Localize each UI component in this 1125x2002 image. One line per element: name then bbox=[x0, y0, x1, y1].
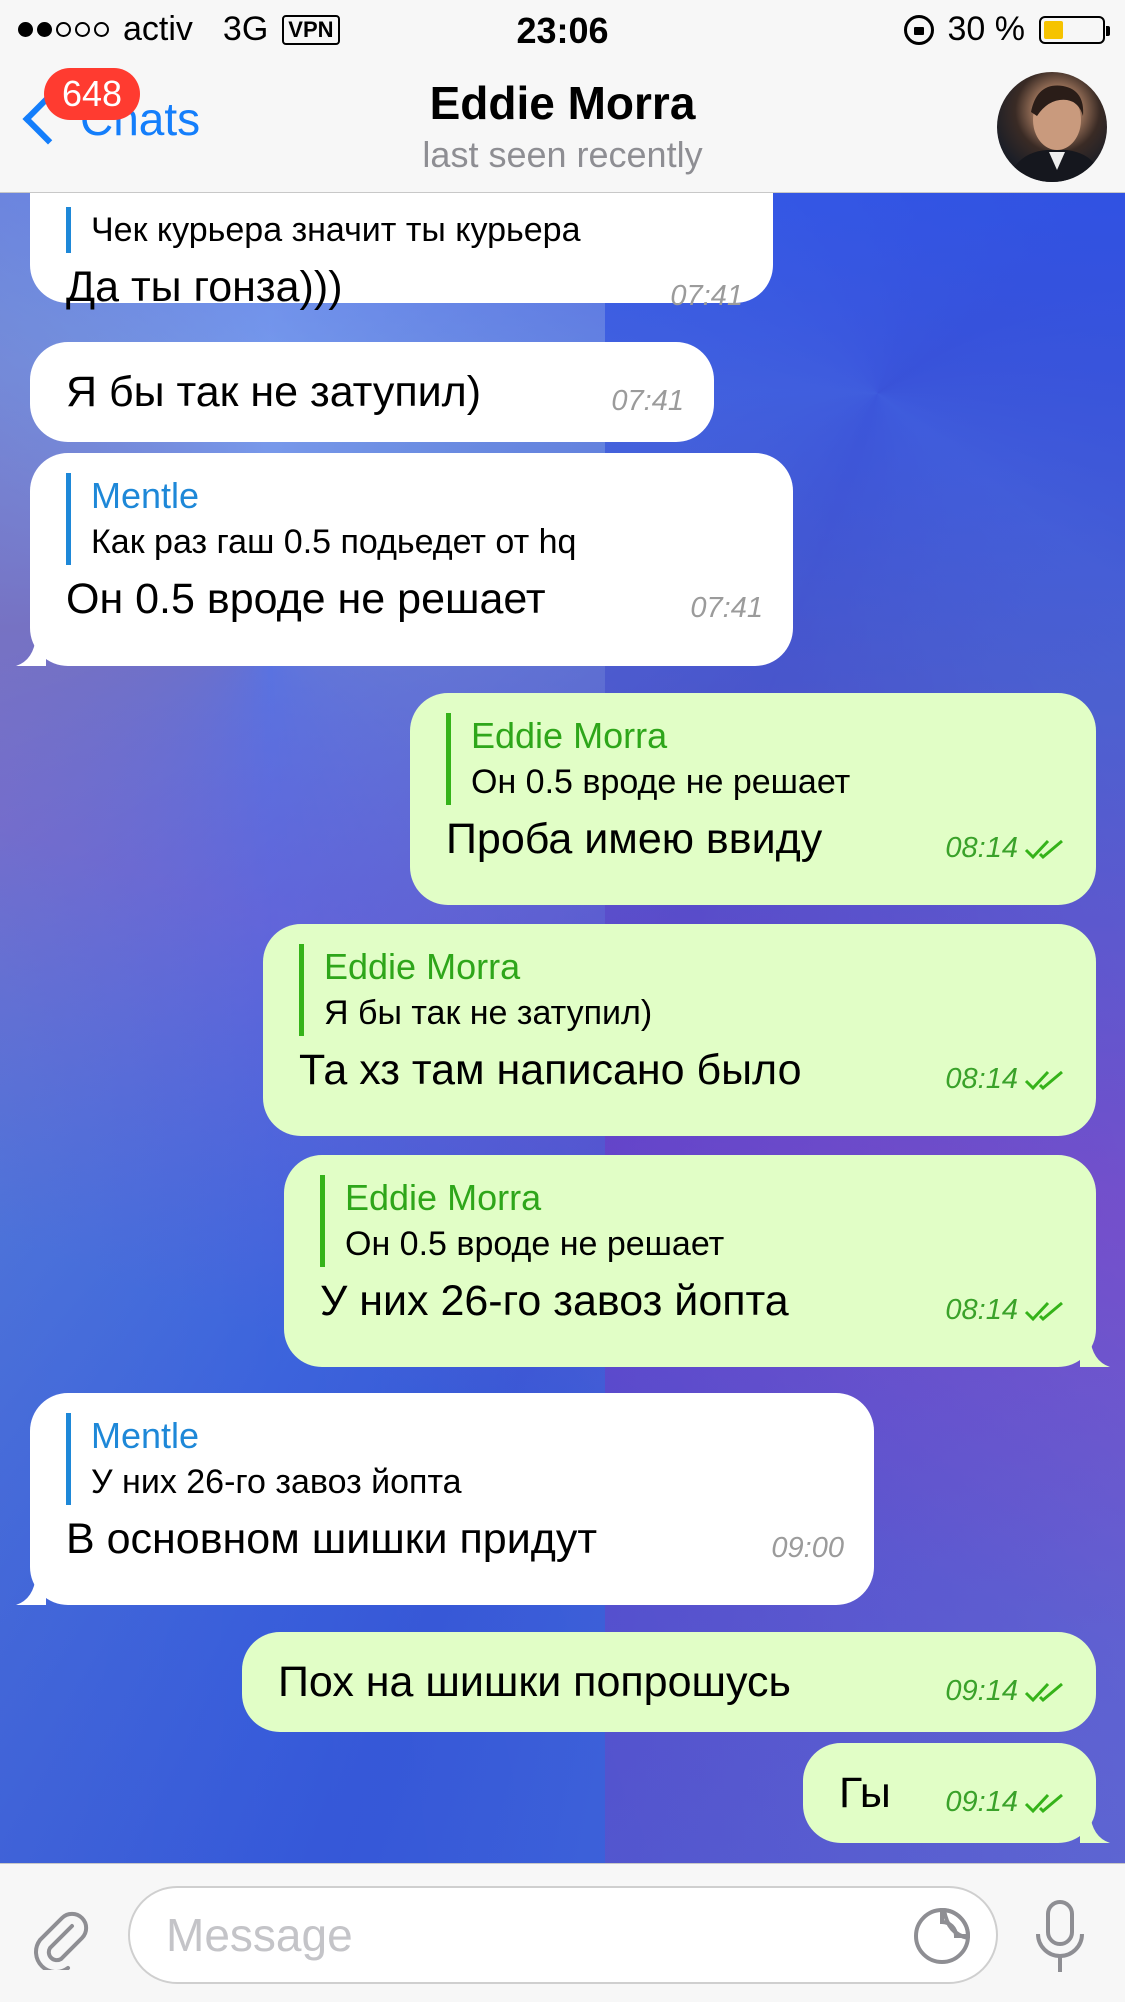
message-bubble-incoming[interactable]: Чек курьера значит ты курьера Да ты гонз… bbox=[30, 193, 773, 312]
reply-quote-text: Чек курьера значит ты курьера bbox=[91, 211, 581, 249]
sticker-icon[interactable] bbox=[912, 1906, 972, 1966]
message-bubble-outgoing[interactable]: Пох на шишки попрошусь 09:14 bbox=[242, 1632, 1096, 1732]
reply-quote[interactable]: Mentle Как раз гаш 0.5 подьедет от hq bbox=[66, 473, 763, 565]
paperclip-icon[interactable] bbox=[28, 1906, 92, 1970]
message-text: Пох на шишки попрошусь bbox=[278, 1658, 791, 1706]
chat-header: Chats 648 Eddie Morra last seen recently bbox=[0, 62, 1125, 193]
message-input[interactable] bbox=[128, 1886, 998, 1984]
double-check-icon bbox=[1024, 1070, 1063, 1090]
reply-quote-text: Я бы так не затупил) bbox=[324, 994, 653, 1032]
microphone-icon[interactable] bbox=[1030, 1898, 1090, 1978]
avatar[interactable] bbox=[997, 72, 1107, 182]
message-time: 09:00 bbox=[771, 1532, 844, 1564]
message-bubble-incoming[interactable]: Mentle У них 26-го завоз йопта В основно… bbox=[16, 1393, 874, 1605]
message-text: В основном шишки придут bbox=[66, 1515, 598, 1563]
message-text: Я бы так не затупил) bbox=[66, 368, 482, 416]
reply-quote-text: Он 0.5 вроде не решает bbox=[471, 763, 851, 801]
message-time: 09:14 bbox=[945, 1675, 1018, 1707]
message-text: Да ты гонза))) bbox=[66, 263, 343, 311]
message-bubble-outgoing[interactable]: Eddie Morra Я бы так не затупил) Та хз т… bbox=[263, 924, 1096, 1136]
reply-quote-author: Eddie Morra bbox=[324, 946, 521, 987]
double-check-icon bbox=[1024, 1301, 1063, 1321]
message-text: Он 0.5 вроде не решает bbox=[66, 575, 546, 623]
message-time: 07:41 bbox=[690, 592, 763, 624]
message-bubble-outgoing[interactable]: Eddie Morra Он 0.5 вроде не решает У них… bbox=[284, 1155, 1110, 1367]
last-seen-status: last seen recently bbox=[422, 134, 703, 175]
reply-quote[interactable]: Eddie Morra Я бы так не затупил) bbox=[299, 944, 1066, 1036]
message-time: 08:14 bbox=[945, 832, 1018, 864]
reply-quote-text: Как раз гаш 0.5 подьедет от hq bbox=[91, 523, 577, 561]
double-check-icon bbox=[1024, 1793, 1063, 1813]
reply-quote[interactable]: Mentle У них 26-го завоз йопта bbox=[66, 1413, 844, 1505]
message-time: 08:14 bbox=[945, 1294, 1018, 1326]
battery-icon bbox=[1039, 15, 1110, 44]
compose-bar bbox=[0, 1863, 1125, 2002]
message-bubble-incoming[interactable]: Я бы так не затупил) 07:41 bbox=[30, 342, 714, 442]
message-text: Гы bbox=[839, 1769, 891, 1817]
message-bubble-outgoing[interactable]: Гы 09:14 bbox=[803, 1743, 1110, 1843]
status-bar: activ 3G VPN 23:06 30 % bbox=[0, 0, 1125, 62]
message-list[interactable]: Чек курьера значит ты курьера Да ты гонз… bbox=[0, 193, 1125, 1863]
rotation-lock-icon bbox=[903, 14, 934, 45]
reply-quote[interactable]: Чек курьера значит ты курьера bbox=[66, 207, 743, 253]
battery-percent: 30 % bbox=[947, 10, 1026, 48]
message-time: 07:41 bbox=[670, 280, 743, 312]
reply-quote-author: Mentle bbox=[91, 1415, 200, 1456]
double-check-icon bbox=[1024, 839, 1063, 859]
double-check-icon bbox=[1024, 1682, 1063, 1702]
reply-quote-author: Mentle bbox=[91, 475, 200, 516]
reply-quote-author: Eddie Morra bbox=[471, 715, 668, 756]
message-time: 08:14 bbox=[945, 1063, 1018, 1095]
reply-quote-author: Eddie Morra bbox=[345, 1177, 542, 1218]
message-text: Проба имею ввиду bbox=[446, 815, 823, 863]
reply-quote[interactable]: Eddie Morra Он 0.5 вроде не решает bbox=[320, 1175, 1066, 1267]
bubble-tail bbox=[16, 636, 46, 666]
bubble-tail bbox=[16, 1575, 46, 1605]
bubble-tail bbox=[1080, 1337, 1110, 1367]
reply-quote-text: Он 0.5 вроде не решает bbox=[345, 1225, 725, 1263]
status-right: 30 % bbox=[903, 10, 1110, 49]
message-text: Та хз там написано было bbox=[299, 1046, 802, 1094]
message-time: 07:41 bbox=[611, 385, 684, 417]
message-bubble-outgoing[interactable]: Eddie Morra Он 0.5 вроде не решает Проба… bbox=[410, 693, 1096, 905]
reply-quote-text: У них 26-го завоз йопта bbox=[91, 1463, 462, 1501]
contact-name[interactable]: Eddie Morra bbox=[0, 76, 1125, 130]
message-time: 09:14 bbox=[945, 1786, 1018, 1818]
message-bubble-incoming[interactable]: Mentle Как раз гаш 0.5 подьедет от hq Он… bbox=[16, 453, 793, 666]
message-text: У них 26-го завоз йопта bbox=[320, 1277, 789, 1325]
bubble-tail bbox=[1080, 1813, 1110, 1843]
reply-quote[interactable]: Eddie Morra Он 0.5 вроде не решает bbox=[446, 713, 1066, 805]
